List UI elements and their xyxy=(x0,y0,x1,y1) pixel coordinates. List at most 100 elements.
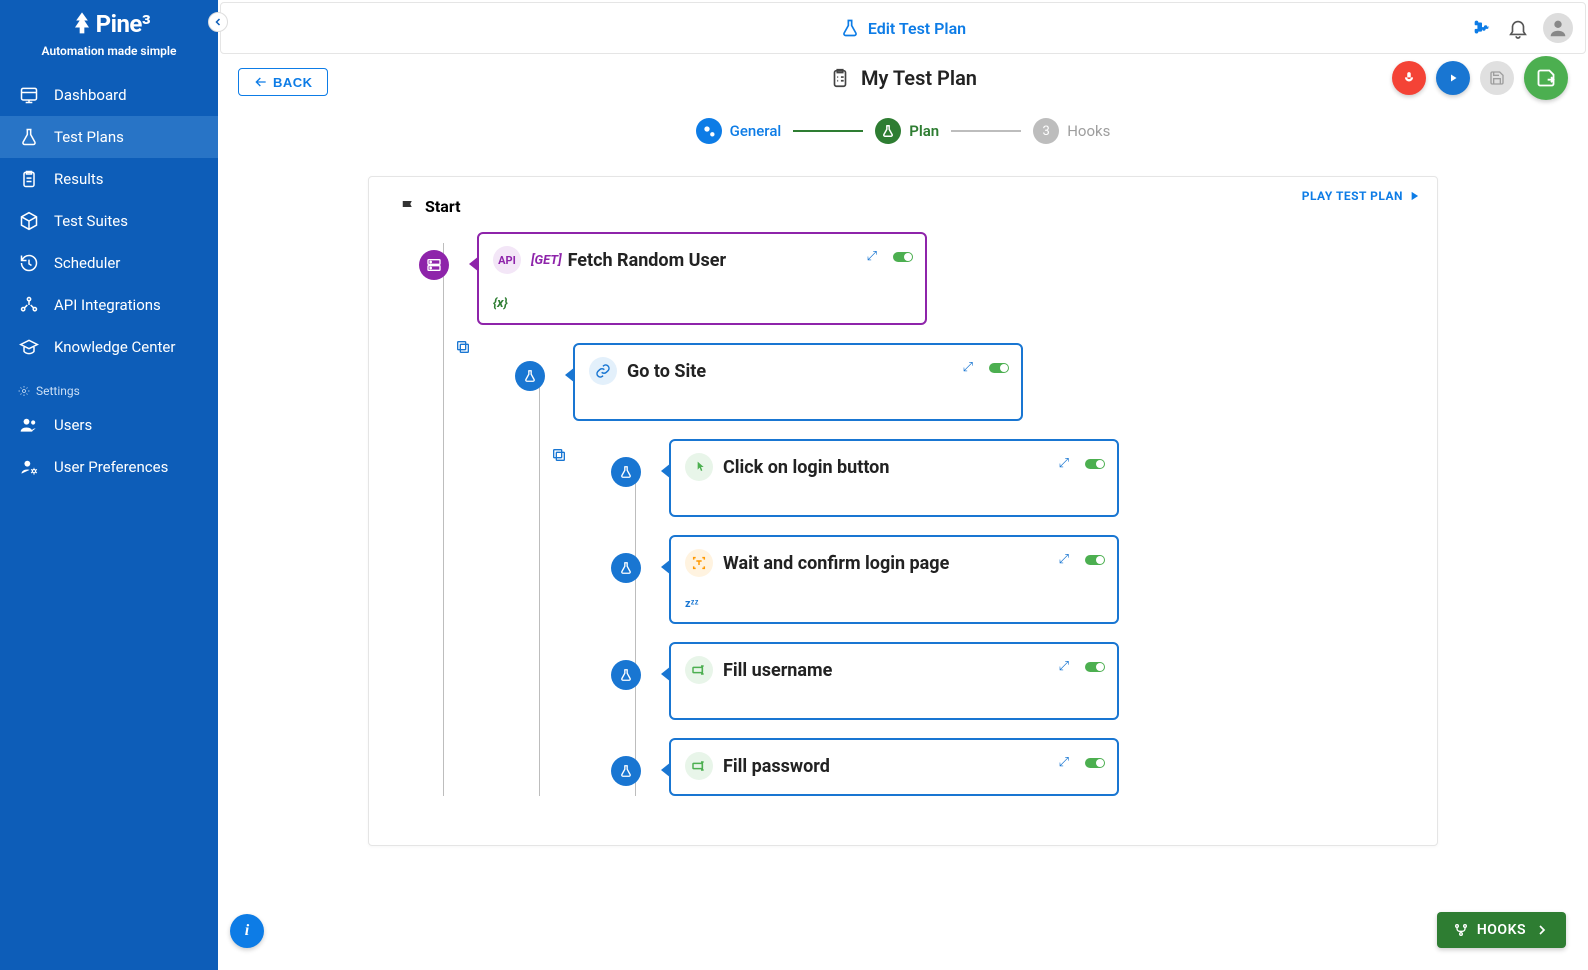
enabled-toggle[interactable] xyxy=(1085,662,1105,672)
cube-icon xyxy=(18,210,40,232)
history-icon xyxy=(18,252,40,274)
step-card[interactable]: Go to Site ⤢ xyxy=(573,343,1023,421)
enabled-toggle[interactable] xyxy=(1085,555,1105,565)
brand-logo: Pine³ Automation made simple xyxy=(0,0,218,66)
copy-stack-icon[interactable] xyxy=(551,447,567,467)
sidebar-item-label: Users xyxy=(54,416,92,434)
sidebar-item-label: Knowledge Center xyxy=(54,338,175,356)
flask-icon xyxy=(18,126,40,148)
sidebar-item-knowledge-center[interactable]: Knowledge Center xyxy=(0,326,218,368)
plan-actions xyxy=(1392,56,1568,100)
dashboard-icon xyxy=(18,84,40,106)
info-fab[interactable]: i xyxy=(230,914,264,948)
play-button[interactable] xyxy=(1436,61,1470,95)
bell-icon[interactable] xyxy=(1507,17,1529,39)
sidebar-item-label: Scheduler xyxy=(54,254,120,272)
expand-icon[interactable]: ⤢ xyxy=(1059,756,1069,769)
expand-icon[interactable]: ⤢ xyxy=(963,361,973,374)
tree-node-wait: Wait and confirm login page zᶻᶻ ⤢ xyxy=(611,535,1407,624)
step-card[interactable]: Click on login button ⤢ xyxy=(669,439,1119,517)
variable-label: {x} xyxy=(493,296,911,311)
sidebar-item-api-integrations[interactable]: API Integrations xyxy=(0,284,218,326)
flask-badge-icon xyxy=(611,756,641,786)
brand-name: Pine³ xyxy=(96,10,151,38)
sidebar-item-test-plans[interactable]: Test Plans xyxy=(0,116,218,158)
step-general[interactable]: General xyxy=(696,118,782,144)
api-icon xyxy=(18,294,40,316)
topbar: Edit Test Plan xyxy=(220,2,1586,54)
flask-badge-icon xyxy=(515,361,545,391)
step-plan[interactable]: Plan xyxy=(875,118,939,144)
record-button[interactable] xyxy=(1392,61,1426,95)
sidebar-nav: Dashboard Test Plans Results Test Suites… xyxy=(0,74,218,488)
step-card[interactable]: Wait and confirm login page zᶻᶻ ⤢ xyxy=(669,535,1119,624)
save-disabled-button xyxy=(1480,61,1514,95)
step-title: Fill username xyxy=(723,660,832,681)
graduation-icon xyxy=(18,336,40,358)
tree-node-fill-username: Fill username ⤢ xyxy=(611,642,1407,720)
chevron-right-icon xyxy=(1534,922,1550,938)
expand-icon[interactable]: ⤢ xyxy=(1059,553,1069,566)
gear-group-icon xyxy=(696,118,722,144)
enabled-toggle[interactable] xyxy=(893,252,913,262)
tree-node-link: Go to Site ⤢ xyxy=(515,343,1407,421)
tree-start: Start xyxy=(399,197,1407,216)
avatar[interactable] xyxy=(1543,13,1573,43)
expand-icon[interactable]: ⤢ xyxy=(1059,660,1069,673)
flag-icon xyxy=(399,198,417,216)
step-title: Click on login button xyxy=(723,457,889,478)
step-card[interactable]: Fill username ⤢ xyxy=(669,642,1119,720)
method-label: [GET] xyxy=(531,253,562,268)
topbar-actions xyxy=(1471,13,1573,43)
sidebar-item-label: Dashboard xyxy=(54,86,127,104)
text-input-icon xyxy=(685,656,713,684)
tree-line xyxy=(539,371,540,796)
flask-small-icon xyxy=(875,118,901,144)
flask-badge-icon xyxy=(611,457,641,487)
api-badge: API xyxy=(493,246,521,274)
step-title: Fill password xyxy=(723,756,830,777)
puzzle-icon[interactable] xyxy=(1471,17,1493,39)
text-input-icon xyxy=(685,752,713,780)
save-export-button[interactable] xyxy=(1524,56,1568,100)
enabled-toggle[interactable] xyxy=(1085,758,1105,768)
sidebar-item-test-suites[interactable]: Test Suites xyxy=(0,200,218,242)
sidebar-item-label: API Integrations xyxy=(54,296,161,314)
user-cog-icon xyxy=(18,456,40,478)
gear-icon xyxy=(18,385,30,397)
expand-icon[interactable]: ⤢ xyxy=(1059,457,1069,470)
sidebar-item-label: Test Suites xyxy=(54,212,128,230)
page-header-title: Edit Test Plan xyxy=(868,19,966,38)
sidebar-item-scheduler[interactable]: Scheduler xyxy=(0,242,218,284)
step-card[interactable]: Fill password ⤢ xyxy=(669,738,1119,796)
pointer-icon xyxy=(685,453,713,481)
tree-node-click: Click on login button ⤢ xyxy=(611,439,1407,517)
tree-line xyxy=(443,243,444,796)
users-icon xyxy=(18,414,40,436)
step-card[interactable]: API [GET] Fetch Random User {x} ⤢ xyxy=(477,232,927,325)
sidebar-item-user-preferences[interactable]: User Preferences xyxy=(0,446,218,488)
copy-stack-icon[interactable] xyxy=(455,339,471,359)
sidebar-item-label: User Preferences xyxy=(54,458,168,476)
plan-title: My Test Plan xyxy=(829,66,977,90)
enabled-toggle[interactable] xyxy=(1085,459,1105,469)
flask-icon xyxy=(840,18,860,38)
branch-icon xyxy=(1453,922,1469,938)
sidebar-item-results[interactable]: Results xyxy=(0,158,218,200)
sidebar-item-dashboard[interactable]: Dashboard xyxy=(0,74,218,116)
expand-icon[interactable]: ⤢ xyxy=(867,250,877,263)
enabled-toggle[interactable] xyxy=(989,363,1009,373)
sidebar-collapse-button[interactable] xyxy=(208,12,228,32)
tree-icon xyxy=(68,10,96,38)
step-title: Fetch Random User xyxy=(568,250,726,271)
tree-node-fill-password: Fill password ⤢ xyxy=(611,738,1407,796)
sidebar-section-settings: Settings xyxy=(0,368,218,404)
title-row: My Test Plan xyxy=(238,66,1568,90)
clipboard-list-icon xyxy=(829,67,851,89)
hooks-button[interactable]: HOOKS xyxy=(1437,912,1566,948)
sidebar-item-users[interactable]: Users xyxy=(0,404,218,446)
server-icon xyxy=(419,250,449,280)
step-hooks[interactable]: 3 Hooks xyxy=(1033,118,1110,144)
flask-badge-icon xyxy=(611,660,641,690)
sleep-label: zᶻᶻ xyxy=(685,597,1103,610)
